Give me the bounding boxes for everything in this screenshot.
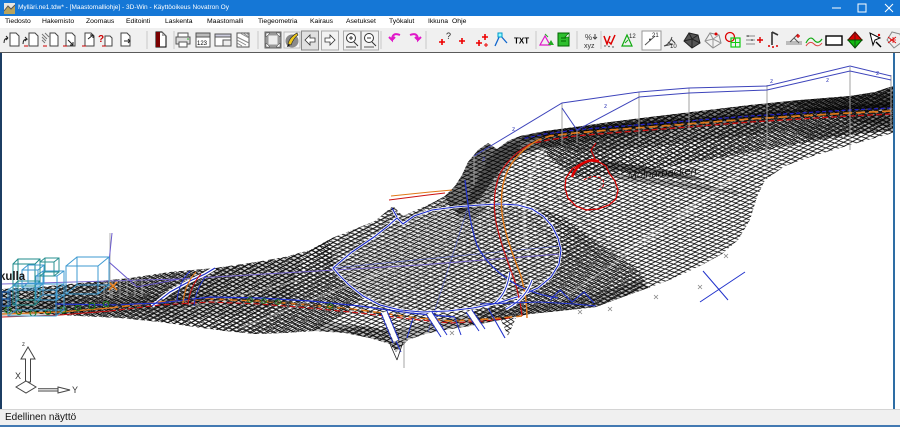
svg-text:10: 10 xyxy=(670,44,677,50)
svg-text:?: ? xyxy=(98,34,104,45)
svg-text:z: z xyxy=(876,70,879,77)
svg-text:z: z xyxy=(604,103,607,110)
svg-text:z: z xyxy=(770,78,773,85)
svg-text:kulla: kulla xyxy=(0,271,26,283)
svg-text:z: z xyxy=(826,77,829,84)
svg-text:?: ? xyxy=(446,31,451,41)
svg-text:xyz: xyz xyxy=(584,43,595,50)
svg-text:TXT: TXT xyxy=(514,37,529,46)
svg-text:%: % xyxy=(585,33,592,42)
svg-text:z: z xyxy=(482,156,485,163)
svg-text:z: z xyxy=(512,126,515,133)
svg-text:X: X xyxy=(15,371,21,381)
svg-text:12: 12 xyxy=(629,34,636,40)
svg-text:21: 21 xyxy=(652,33,659,39)
svg-text:Y: Y xyxy=(72,385,78,395)
svg-text:123: 123 xyxy=(197,41,208,47)
svg-text:z: z xyxy=(22,342,25,348)
